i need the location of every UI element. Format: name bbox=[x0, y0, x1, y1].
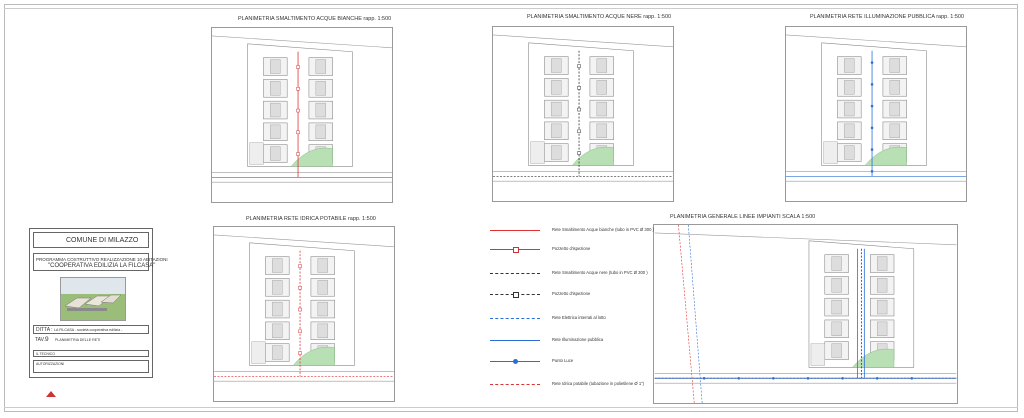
title-illuminazione: PLANIMETRIA RETE ILLUMINAZIONE PUBBLICA … bbox=[810, 14, 965, 20]
legend-row: Rete Smaltimento Acque nere (tubo in PVC… bbox=[490, 269, 650, 279]
autorizzazioni-label: AUTORIZZAZIONI bbox=[36, 362, 65, 366]
comune-box: COMUNE DI MILAZZO bbox=[33, 232, 149, 248]
bottom-border-line bbox=[4, 407, 1018, 408]
cooperativa-name: "COOPERATIVA EDILIZIA LA FILCASA" bbox=[48, 263, 156, 269]
legend-row: Rete Elettrica interrati al lotto bbox=[490, 314, 650, 324]
ditta-label: DITTA : bbox=[36, 327, 53, 333]
tav-label: TAV. bbox=[35, 337, 45, 343]
title-block: COMUNE DI MILAZZO PROGRAMMA COSTRUTTIVO … bbox=[29, 228, 168, 378]
legend-row: Punto Luce bbox=[490, 357, 650, 367]
legend-label: Rete Illuminazione pubblica bbox=[552, 337, 604, 342]
legend-label: Rete Smaltimento Acque bianche (tubo in … bbox=[552, 227, 654, 232]
legend-row: Rete Smaltimento Acque bianche (tubo in … bbox=[490, 226, 654, 236]
title-generale: PLANIMETRIA GENERALE LINEE IMPIANTI SCAL… bbox=[670, 214, 816, 220]
legend-label: Pozzetto d'ispezione bbox=[552, 291, 591, 296]
plan-rete-idrica bbox=[213, 226, 395, 402]
rendering-image bbox=[60, 277, 126, 321]
legend-label: Rete Idrica potabile (tubazione in polie… bbox=[552, 381, 645, 386]
legend-symbol-line bbox=[490, 340, 540, 341]
tecnico-box: IL TECNICO bbox=[33, 350, 149, 357]
plan-acque-nere bbox=[492, 26, 674, 202]
legend-label: Rete Elettrica interrati al lotto bbox=[552, 315, 606, 320]
legend-symbol-line bbox=[490, 230, 540, 231]
legend-symbol-line bbox=[490, 273, 540, 274]
programma-box: PROGRAMMA COSTRUTTIVO REALIZZAZIONE 10 A… bbox=[33, 253, 168, 271]
programma-text: PROGRAMMA COSTRUTTIVO REALIZZAZIONE 10 A… bbox=[36, 257, 168, 262]
ditta-box: DITTA : LA FILCASA - società cooperativa… bbox=[33, 325, 149, 334]
legend-label: Rete Smaltimento Acque nere (tubo in PVC… bbox=[552, 270, 648, 275]
legend-row: Pozzetto d'ispezione bbox=[490, 245, 650, 255]
pozzetto-icon bbox=[513, 292, 519, 298]
punto-luce-icon bbox=[513, 359, 518, 364]
ditta-value: LA FILCASA - società cooperativa edilizi… bbox=[54, 328, 123, 332]
tav-number: 9 bbox=[45, 336, 49, 343]
legend-symbol-line bbox=[490, 384, 540, 385]
plan-generale bbox=[653, 224, 958, 404]
legend-row: Pozzetto d'ispezione bbox=[490, 290, 650, 300]
comune-name: COMUNE DI MILAZZO bbox=[66, 237, 139, 244]
title-acque-bianche: PLANIMETRIA SMALTIMENTO ACQUE BIANCHE ra… bbox=[238, 16, 392, 22]
legend-row: Rete Illuminazione pubblica bbox=[490, 336, 650, 346]
plan-acque-bianche bbox=[211, 27, 393, 203]
pozzetto-icon bbox=[513, 247, 519, 253]
autorizzazioni-box: AUTORIZZAZIONI bbox=[33, 360, 149, 373]
tav-description: PLANIMETRIA DELLE RETI bbox=[55, 338, 101, 342]
firm-logo-icon bbox=[46, 384, 56, 397]
legend-label: Punto Luce bbox=[552, 358, 574, 363]
title-rete-idrica: PLANIMETRIA RETE IDRICA POTABILE rapp. 1… bbox=[246, 216, 376, 222]
legend-row: Rete Idrica potabile (tubazione in polie… bbox=[490, 380, 650, 390]
legend-symbol-line bbox=[490, 318, 540, 319]
legend-label: Pozzetto d'ispezione bbox=[552, 246, 591, 251]
tecnico-label: IL TECNICO bbox=[36, 352, 55, 356]
top-border-line bbox=[4, 8, 1018, 9]
plan-illuminazione bbox=[785, 26, 967, 202]
title-acque-nere: PLANIMETRIA SMALTIMENTO ACQUE NERE rapp.… bbox=[527, 14, 672, 20]
